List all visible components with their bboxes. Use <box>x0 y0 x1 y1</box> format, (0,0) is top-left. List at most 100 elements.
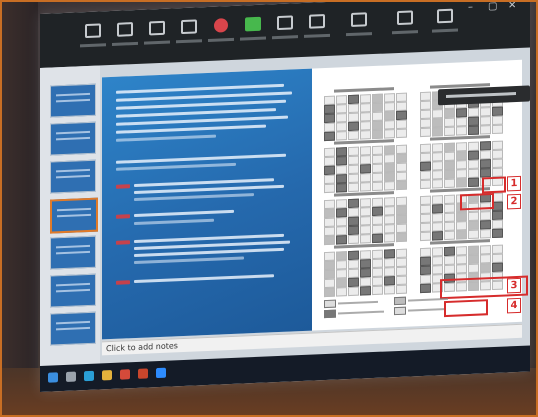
calendar-marker-2: 2 <box>507 193 521 210</box>
calendar-day-cell <box>336 287 347 297</box>
slide-bullet-line <box>116 153 286 164</box>
chat-icon[interactable] <box>208 16 234 43</box>
slide-thumbnails-pane <box>40 65 100 368</box>
slide-bullet-line <box>116 162 236 171</box>
calendar-day-cell <box>324 235 335 246</box>
legend-text <box>338 300 378 305</box>
calendar-day-cell <box>384 181 395 191</box>
calendar-day-cell <box>396 284 407 295</box>
edge-icon[interactable] <box>84 370 94 382</box>
legend-text <box>338 310 384 315</box>
calendar-day-cell <box>348 198 359 209</box>
calendar-day-cell <box>420 283 431 294</box>
slide-bullet-line <box>134 193 254 202</box>
calendar-day-cell <box>348 182 359 193</box>
slide-date-highlight <box>116 214 130 219</box>
calendar-day-cell <box>456 126 467 136</box>
minimize-icon[interactable]: – <box>468 2 473 13</box>
calendar-day-cell <box>396 180 407 191</box>
participants-icon[interactable] <box>176 17 202 44</box>
calendar-day-cell <box>480 211 491 221</box>
close-icon[interactable]: ✕ <box>508 0 516 11</box>
calendar-day-cell <box>348 146 359 157</box>
slide-thumbnail[interactable] <box>50 273 96 308</box>
whiteboard-icon[interactable] <box>392 8 418 35</box>
calendar-day-cell <box>480 220 491 230</box>
start-icon[interactable] <box>48 372 58 383</box>
calendar-day-cell <box>480 125 491 135</box>
calendar-day-cell <box>480 150 491 160</box>
slide-date-highlight <box>116 280 130 285</box>
slide-thumbnail[interactable] <box>50 83 96 118</box>
powerpoint-icon[interactable] <box>138 368 148 379</box>
calendar-day-cell <box>348 250 359 261</box>
calendar-day-cell <box>480 107 491 117</box>
slide-date-highlight <box>116 184 130 189</box>
photo-frame: – ▢ ✕ 1 2 3 4 Click to add notes <box>0 0 538 417</box>
apps-icon[interactable] <box>346 10 372 37</box>
search-icon[interactable] <box>66 371 76 382</box>
calendar-day-cell <box>384 129 395 139</box>
zoom-icon[interactable] <box>156 367 166 379</box>
calendar-day-cell <box>492 124 503 135</box>
calendar-day-cell <box>480 168 491 178</box>
explorer-icon[interactable] <box>102 369 112 381</box>
calendar-day-cell <box>360 130 371 140</box>
slide-thumbnail[interactable] <box>50 159 96 194</box>
more-icon[interactable] <box>432 6 458 33</box>
legend-swatch <box>394 296 406 306</box>
slide-bullet-line <box>134 274 274 284</box>
microphone-icon[interactable] <box>80 21 106 48</box>
calendar-day-cell <box>348 268 359 279</box>
calendar-day-cell <box>372 285 383 296</box>
calendar-day-cell <box>336 131 347 141</box>
slide-thumbnail[interactable] <box>50 121 96 156</box>
slide-thumbnail-selected[interactable] <box>50 197 98 234</box>
calendar-day-cell <box>348 94 359 105</box>
calendar-day-cell <box>360 286 371 296</box>
calendar-day-cell <box>384 285 395 295</box>
calendar-highlight-box <box>460 192 494 211</box>
maximize-icon[interactable]: ▢ <box>488 1 497 12</box>
calendar-day-cell <box>348 277 359 288</box>
calendar-day-cell <box>432 179 443 189</box>
calendar-day-cell <box>372 233 383 244</box>
calendar-day-cell <box>420 179 431 190</box>
legend-swatch <box>394 306 406 316</box>
video-icon[interactable] <box>112 20 138 47</box>
calendar-day-cell <box>384 233 395 243</box>
legend-swatch <box>324 309 336 319</box>
calendar-day-cell <box>336 183 347 193</box>
share-screen-icon[interactable] <box>240 15 266 42</box>
calendar-day-cell <box>348 234 359 245</box>
security-icon[interactable] <box>144 19 170 46</box>
calendar-day-cell <box>372 129 383 140</box>
calendar-day-cell <box>348 173 359 184</box>
calendar-day-cell <box>324 287 335 298</box>
calendar-day-cell <box>324 183 335 194</box>
calendar-day-cell <box>468 177 479 188</box>
room-wall <box>0 0 38 417</box>
calendar-day-cell <box>480 116 491 126</box>
record-icon[interactable] <box>272 13 298 40</box>
legend-text <box>408 297 448 302</box>
calendar-day-cell <box>444 126 455 137</box>
calendar-day-cell <box>372 181 383 192</box>
slide-thumbnail[interactable] <box>50 235 96 270</box>
calendar-day-cell <box>348 155 359 166</box>
slide-thumbnail[interactable] <box>50 311 96 346</box>
calendar-day-cell <box>480 229 491 239</box>
chrome-icon[interactable] <box>120 369 130 380</box>
slide-text-panel <box>102 68 312 340</box>
calendar-day-cell <box>468 229 479 240</box>
calendar-day-cell <box>360 182 371 192</box>
calendar-day-cell <box>480 263 491 273</box>
calendar-day-cell <box>348 164 359 175</box>
calendar-day-cell <box>324 131 335 142</box>
reactions-icon[interactable] <box>304 12 330 39</box>
calendar-day-cell <box>348 225 359 236</box>
slide-bullet-line <box>134 218 214 226</box>
slide-heading-line <box>116 124 266 134</box>
slide-bullet-line <box>134 209 234 218</box>
calendar-day-cell <box>480 141 491 151</box>
